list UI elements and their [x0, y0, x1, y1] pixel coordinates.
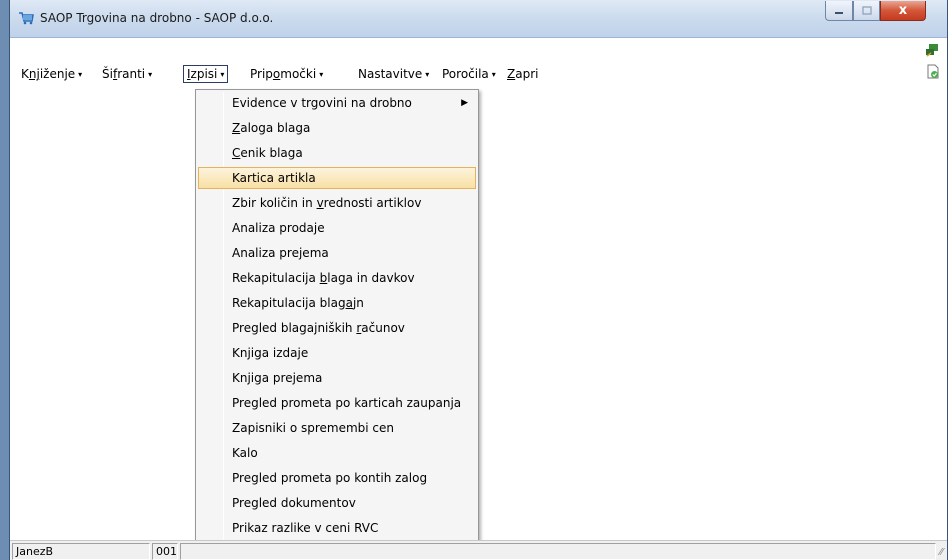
- maximize-button[interactable]: [853, 1, 880, 21]
- menu-porocila[interactable]: Poročila ▾: [439, 66, 499, 82]
- chevron-down-icon: ▾: [78, 70, 83, 79]
- dropdown-item-label: Pregled blagajniških: [232, 321, 357, 335]
- window-title: SAOP Trgovina na drobno - SAOP d.o.o.: [40, 11, 274, 25]
- chevron-down-icon: ▾: [220, 70, 225, 79]
- dropdown-item-label: Zapisniki o spremembi cen: [232, 421, 395, 435]
- dropdown-item[interactable]: Zapisniki o spremembi cen: [198, 417, 476, 439]
- dropdown-item-label: Prikaz razlike v ceni RVC: [232, 521, 379, 535]
- connection-icon[interactable]: [925, 44, 939, 57]
- dropdown-item[interactable]: Knjiga prejema: [198, 367, 476, 389]
- dropdown-item[interactable]: Zaloga blaga: [198, 117, 476, 139]
- dropdown-item-label: Knjiga izdaje: [232, 346, 309, 360]
- dropdown-item-label: rednosti artiklov: [323, 196, 422, 210]
- resize-grip-icon[interactable]: ⁄⁄: [940, 547, 943, 558]
- dropdown-item[interactable]: Rekapitulacija blagajn: [198, 292, 476, 314]
- status-code: 001: [152, 543, 178, 560]
- chevron-down-icon: ▾: [319, 70, 324, 79]
- dropdown-item[interactable]: Kartica artikla: [198, 167, 476, 189]
- status-message: [180, 543, 936, 560]
- dropdown-item-label: Evidence v trgovini na drobno: [232, 96, 412, 110]
- dropdown-item[interactable]: Cenik blaga: [198, 142, 476, 164]
- chevron-down-icon: ▾: [425, 70, 430, 79]
- dropdown-item[interactable]: Zbir količin in vrednosti artiklov: [198, 192, 476, 214]
- menu-accelerator: nj: [28, 67, 40, 81]
- dropdown-item-label: enik blaga: [240, 146, 303, 160]
- status-user: JanezB: [12, 543, 150, 560]
- menu-label: Poročila: [442, 67, 489, 81]
- chevron-down-icon: ▾: [491, 70, 496, 79]
- status-bar: JanezB 001 ⁄⁄: [10, 540, 947, 560]
- menu-izpisi[interactable]: Izpisi ▾: [183, 65, 229, 83]
- menu-nastavitve[interactable]: Nastavitve ▾: [355, 66, 432, 82]
- dropdown-item[interactable]: Pregled prometa po karticah zaupanja: [198, 392, 476, 414]
- dropdown-item-label: Zbir količin in: [232, 196, 317, 210]
- menu-label: Nastavitve: [358, 67, 423, 81]
- menu-knjizenje[interactable]: Knjiženje ▾: [18, 66, 85, 82]
- submenu-arrow-icon: ▶: [461, 98, 468, 108]
- dropdown-item-label: Kartica artikla: [232, 171, 316, 185]
- minimize-button[interactable]: [825, 1, 853, 21]
- title-bar[interactable]: SAOP Trgovina na drobno - SAOP d.o.o. x: [10, 0, 947, 38]
- dropdown-item[interactable]: Evidence v trgovini na drobno ▶: [198, 92, 476, 114]
- dropdown-item[interactable]: Rekapitulacija blaga in davkov: [198, 267, 476, 289]
- menu-accelerator: Z: [507, 67, 516, 81]
- close-button[interactable]: x: [880, 1, 926, 21]
- dropdown-item-label: Knjiga prejema: [232, 371, 323, 385]
- dropdown-item[interactable]: Kalo: [198, 442, 476, 464]
- dropdown-item-label: Pregled prometa po kontih zalog: [232, 471, 428, 485]
- cart-icon: [19, 12, 34, 25]
- dropdown-item-label: Kalo: [232, 446, 258, 460]
- chevron-down-icon: ▾: [148, 70, 153, 79]
- dropdown-item[interactable]: Pregled prometa po kontih zalog: [198, 467, 476, 489]
- dropdown-item-accelerator: a: [345, 296, 353, 310]
- dropdown-item-label: Pregled prometa po karticah zaupanja: [232, 396, 462, 410]
- dropdown-item-label: Analiza prejema: [232, 246, 329, 260]
- minimize-icon: [835, 11, 843, 14]
- menu-label: Prip: [250, 67, 273, 81]
- close-icon: x: [898, 3, 908, 18]
- dropdown-item-accelerator: Z: [232, 121, 241, 135]
- dropdown-item-label: laga in davkov: [327, 271, 415, 285]
- menu-zapri[interactable]: Zapri: [504, 66, 541, 82]
- dropdown-item[interactable]: Analiza prodaje: [198, 217, 476, 239]
- menu-sifranti[interactable]: Šifranti ▾: [99, 66, 155, 82]
- dropdown-item-label: ačunov: [361, 321, 405, 335]
- dropdown-item-label: Analiza prodaje: [232, 221, 325, 235]
- dropdown-item[interactable]: Analiza prejema: [198, 242, 476, 264]
- background-window-edge: [0, 0, 9, 560]
- menu-label: iženje: [39, 67, 76, 81]
- dropdown-item[interactable]: Knjiga izdaje: [198, 342, 476, 364]
- dropdown-item-label: Pregled dokumentov: [232, 496, 356, 510]
- dropdown-item-label: jn: [352, 296, 364, 310]
- dropdown-item[interactable]: Pregled dokumentov: [198, 492, 476, 514]
- dropdown-item-label: Rekapitulacija blag: [232, 296, 346, 310]
- menu-label: zpisi: [190, 67, 218, 81]
- document-check-icon[interactable]: [927, 64, 939, 79]
- menu-bar: Knjiženje ▾ Šifranti ▾ Izpisi ▾ Pripomočki ▾ Nas…: [10, 38, 947, 88]
- dropdown-item[interactable]: Prikaz razlike v ceni RVC: [198, 517, 476, 539]
- dropdown-item-label: aloga blaga: [240, 121, 311, 135]
- app-window: SAOP Trgovina na drobno - SAOP d.o.o. x …: [9, 0, 948, 560]
- dropdown-item-label: Rekapitulacija: [232, 271, 320, 285]
- menu-label: Ši: [102, 67, 113, 81]
- izpisi-dropdown-menu: Evidence v trgovini na drobno ▶ Zaloga bla…: [195, 89, 479, 546]
- menu-label: močki: [280, 67, 317, 81]
- menu-label: apri: [515, 67, 539, 81]
- menu-pripomocki[interactable]: Pripomočki ▾: [247, 66, 326, 82]
- dropdown-item[interactable]: Pregled blagajniških računov: [198, 317, 476, 339]
- maximize-icon: [861, 6, 872, 15]
- menu-label: K: [21, 67, 29, 81]
- menu-label: ranti: [117, 67, 146, 81]
- dropdown-item-accelerator: v: [316, 196, 324, 210]
